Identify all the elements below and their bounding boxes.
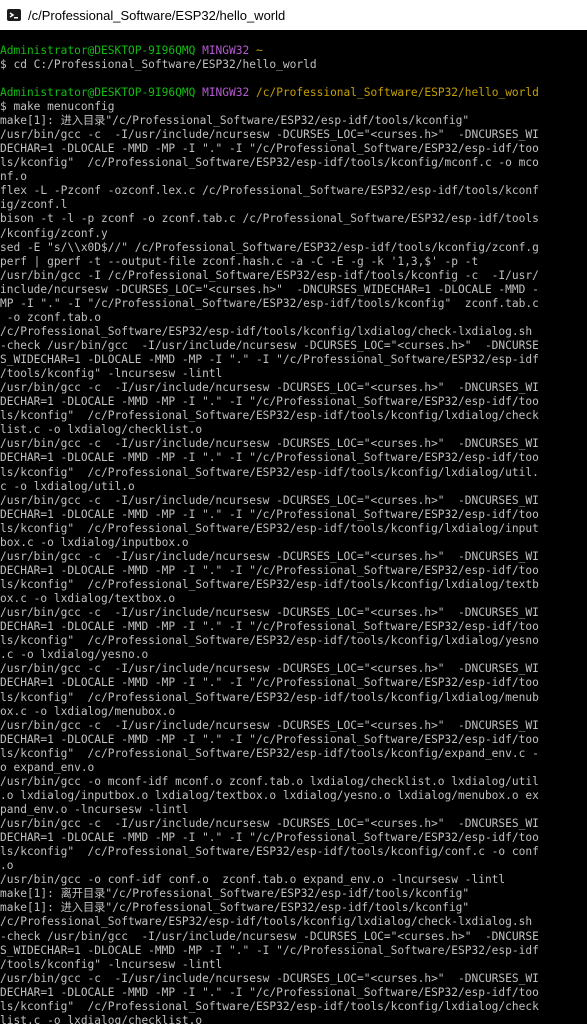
output-line: ls/kconfig" /c/Professional_Software/ESP… (0, 746, 539, 760)
output-line: S_WIDECHAR=1 -DLOCALE -MMD -MP -I "." -I… (0, 353, 539, 366)
output-line: /usr/bin/gcc -o conf-idf conf.o zconf.ta… (0, 873, 506, 887)
output-line: /usr/bin/gcc -c -I/usr/include/ncursesw … (0, 718, 539, 732)
output-line: DECHAR=1 -DLOCALE -MMD -MP -I "." -I "/c… (0, 507, 539, 521)
mintty-app-icon (7, 9, 21, 21)
output-line: ls/kconfig" /c/Professional_Software/ESP… (0, 465, 539, 479)
output-line: list.c -o lxdialog/checklist.o (0, 1013, 203, 1024)
output-line: pand_env.o -lncursesw -lintl (0, 802, 189, 816)
prompt-shell: MINGW32 (202, 86, 250, 99)
window-title: /c/Professional_Software/ESP32/hello_wor… (28, 7, 286, 23)
output-line: -check /usr/bin/gcc -I/usr/include/ncurs… (0, 929, 539, 943)
output-line: /usr/bin/gcc -c -I/usr/include/ncursesw … (0, 128, 539, 142)
output-line: DECHAR=1 -DLOCALE -MMD -MP -I "." -I "/c… (0, 732, 539, 746)
output-line: ls/kconfig" /c/Professional_Software/ESP… (0, 690, 539, 704)
output-line: DECHAR=1 -DLOCALE -MMD -MP -I "." -I "/c… (0, 142, 539, 156)
output-line: /usr/bin/gcc -I /c/Professional_Software… (0, 268, 539, 282)
output-line: /usr/bin/gcc -o mconf-idf mconf.o zconf.… (0, 774, 539, 788)
output-line: ls/kconfig" /c/Professional_Software/ESP… (0, 409, 539, 423)
output-line: /kconfig/zconf.y (0, 226, 108, 240)
output-line: box.c -o lxdialog/inputbox.o (0, 535, 189, 549)
output-line: bison -t -l -p zconf -o zconf.tab.c /c/P… (0, 212, 539, 226)
output-line: ls/kconfig" /c/Professional_Software/ESP… (0, 999, 539, 1013)
command-cd: $ cd C:/Professional_Software/ESP32/hell… (0, 58, 317, 71)
command-make: $ make menuconfig (0, 100, 115, 113)
output-line: ls/kconfig" /c/Professional_Software/ESP… (0, 521, 539, 535)
output-line: flex -L -Pzconf -ozconf.lex.c /c/Profess… (0, 184, 539, 198)
output-line: /c/Professional_Software/ESP32/esp-idf/t… (0, 915, 533, 929)
output-line: /usr/bin/gcc -c -I/usr/include/ncursesw … (0, 606, 539, 620)
prompt-line-2: Administrator@DESKTOP-9I96QMQ MINGW32 /c… (0, 86, 539, 100)
output-line: -o zconf.tab.o (0, 310, 102, 324)
window-titlebar: /c/Professional_Software/ESP32/hello_wor… (0, 0, 587, 30)
output-line: .o (0, 859, 14, 873)
output-line: /tools/kconfig" -lncursesw -lintl (0, 367, 223, 381)
output-line: ls/kconfig" /c/Professional_Software/ESP… (0, 156, 539, 170)
output-line: make[1]: 离开目录"/c/Professional_Software/E… (0, 887, 470, 901)
prompt-cwd: /c/Professional_Software/ESP32/hello_wor… (255, 86, 539, 99)
output-line: /usr/bin/gcc -c -I/usr/include/ncursesw … (0, 662, 539, 676)
output-line: include/ncursesw -DCURSES_LOC="<curses.h… (0, 282, 539, 296)
prompt-home-dir: ~ (255, 44, 263, 57)
output-line: DECHAR=1 -DLOCALE -MMD -MP -I "." -I "/c… (0, 831, 539, 845)
output-line: /usr/bin/gcc -c -I/usr/include/ncursesw … (0, 971, 539, 985)
output-line: ls/kconfig" /c/Professional_Software/ESP… (0, 845, 539, 859)
output-line: S_WIDECHAR=1 -DLOCALE -MMD -MP -I "." -I… (0, 943, 539, 957)
output-line: perf | gperf -t --output-file zconf.hash… (0, 254, 479, 268)
output-line: -check /usr/bin/gcc -I/usr/include/ncurs… (0, 339, 539, 352)
output-line: make[1]: 进入目录"/c/Professional_Software/E… (0, 901, 470, 915)
output-line: DECHAR=1 -DLOCALE -MMD -MP -I "." -I "/c… (0, 451, 539, 465)
output-line: DECHAR=1 -DLOCALE -MMD -MP -I "." -I "/c… (0, 676, 539, 690)
output-line: /usr/bin/gcc -c -I/usr/include/ncursesw … (0, 549, 539, 563)
output-line: /usr/bin/gcc -c -I/usr/include/ncursesw … (0, 381, 539, 395)
output-line: c -o lxdialog/util.o (0, 479, 135, 493)
output-line: /usr/bin/gcc -c -I/usr/include/ncursesw … (0, 437, 539, 451)
output-line: ls/kconfig" /c/Professional_Software/ESP… (0, 578, 539, 591)
output-line: make[1]: 进入目录"/c/Professional_Software/E… (0, 114, 470, 127)
output-line: o expand_env.o (0, 760, 95, 774)
output-line: ox.c -o lxdialog/menubox.o (0, 704, 176, 718)
terminal-output[interactable]: Administrator@DESKTOP-9I96QMQ MINGW32 ~ … (0, 30, 587, 1024)
output-line: MP -I "." -I "/c/Professional_Software/E… (0, 296, 539, 310)
output-line: DECHAR=1 -DLOCALE -MMD -MP -I "." -I "/c… (0, 395, 539, 409)
output-line: DECHAR=1 -DLOCALE -MMD -MP -I "." -I "/c… (0, 620, 539, 634)
prompt-line-1: Administrator@DESKTOP-9I96QMQ MINGW32 ~ (0, 44, 263, 58)
output-line: ls/kconfig" /c/Professional_Software/ESP… (0, 634, 539, 648)
prompt-user-host: Administrator@DESKTOP-9I96QMQ (0, 86, 196, 99)
output-line: ig/zconf.l (0, 198, 68, 212)
output-line: .c -o lxdialog/yesno.o (0, 648, 149, 662)
output-line: /c/Professional_Software/ESP32/esp-idf/t… (0, 324, 533, 338)
output-line: nf.o (0, 170, 27, 184)
output-line: sed -E "s/\\x0D$//" /c/Professional_Soft… (0, 240, 539, 254)
output-line: /tools/kconfig" -lncursesw -lintl (0, 957, 223, 971)
output-line: list.c -o lxdialog/checklist.o (0, 423, 203, 437)
output-line: .o lxdialog/inputbox.o lxdialog/textbox.… (0, 788, 539, 802)
prompt-user-host: Administrator@DESKTOP-9I96QMQ (0, 44, 196, 57)
output-line: /usr/bin/gcc -c -I/usr/include/ncursesw … (0, 493, 539, 507)
output-line: ox.c -o lxdialog/textbox.o (0, 592, 176, 605)
output-line: DECHAR=1 -DLOCALE -MMD -MP -I "." -I "/c… (0, 985, 539, 999)
prompt-shell: MINGW32 (202, 44, 250, 57)
output-line: /usr/bin/gcc -c -I/usr/include/ncursesw … (0, 817, 539, 830)
output-line: DECHAR=1 -DLOCALE -MMD -MP -I "." -I "/c… (0, 563, 539, 577)
